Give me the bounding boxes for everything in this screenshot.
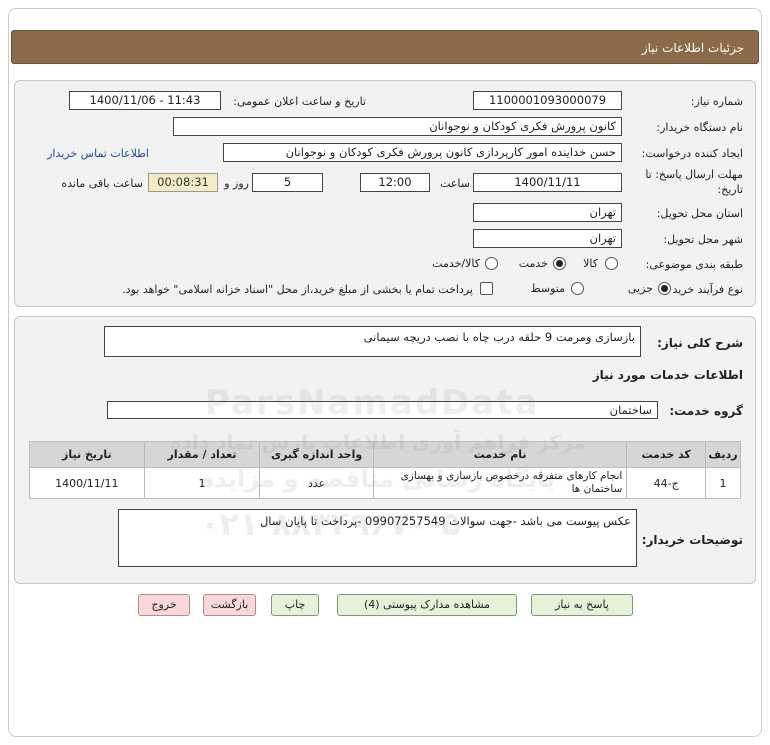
- category-radio-goods[interactable]: [605, 257, 618, 270]
- services-heading: اطلاعات خدمات مورد نیاز: [592, 368, 743, 382]
- col-need-date: تاریخ نیاز: [29, 441, 145, 468]
- cell-row-number: 1: [705, 467, 741, 499]
- province-field: تهران: [473, 203, 622, 222]
- need-number-label: شماره نیاز:: [690, 95, 743, 108]
- print-button[interactable]: چاپ: [271, 594, 319, 616]
- category-goods-service-label: کالا/خدمت: [432, 257, 480, 270]
- deadline-label-line1: مهلت ارسال پاسخ: تا: [645, 168, 743, 181]
- process-radio-medium[interactable]: [571, 282, 584, 295]
- cell-service-code: ج-44: [626, 467, 707, 499]
- exit-button[interactable]: خروج: [138, 594, 190, 616]
- summary-field: بازسازی ومرمت 9 حلقه درب چاه با نصب دریچ…: [104, 326, 641, 357]
- category-radio-goods-service[interactable]: [485, 257, 498, 270]
- watermark-line-4: ۰۲۱-۸۸۳۴۹۶۷۰-۵: [200, 505, 461, 543]
- buyer-notes-label: توضیحات خریدار:: [641, 533, 743, 547]
- announce-label: تاریخ و ساعت اعلان عمومی:: [233, 95, 366, 108]
- process-label: نوع فرآیند خرید :: [665, 283, 743, 296]
- process-radio-minor[interactable]: [658, 282, 671, 295]
- treasury-payment-checkbox[interactable]: [480, 282, 493, 295]
- back-button[interactable]: بازگشت: [203, 594, 256, 616]
- buyer-org-field: کانون پرورش فکری کودکان و نوجوانان: [173, 117, 622, 136]
- category-label: طبقه بندی موضوعی:: [645, 258, 743, 271]
- requester-field: حسن خداینده امور کارپردازی کانون پرورش ف…: [223, 143, 622, 162]
- watermark-line-3: پایگاه رسانی مناقصه و مزایده: [200, 465, 555, 493]
- deadline-date-field: 1400/11/11: [473, 173, 622, 192]
- time-label: ساعت: [440, 177, 470, 190]
- deadline-label: مهلت ارسال پاسخ: تا تاریخ:: [645, 167, 743, 197]
- watermark-line-1: ParsNamadData: [205, 383, 540, 423]
- reply-button[interactable]: پاسخ به نیاز: [531, 594, 633, 616]
- col-row-number: ردیف: [705, 441, 741, 468]
- category-service-label: خدمت: [518, 257, 548, 270]
- summary-label: شرح کلی نیاز:: [657, 336, 743, 350]
- watermark-line-2: مرکز فراهم آوری اطلاعات پارس نماد داده: [170, 430, 586, 454]
- view-documents-button[interactable]: مشاهده مدارک پیوستی (4): [337, 594, 517, 616]
- remaining-time-field: 00:08:31: [148, 173, 218, 192]
- province-label: استان محل تحویل:: [656, 207, 743, 220]
- need-number-field: 1100001093000079: [473, 91, 622, 110]
- buyer-org-label: نام دستگاه خریدار:: [656, 121, 743, 134]
- category-goods-label: کالا: [583, 257, 598, 270]
- category-radio-service[interactable]: [553, 257, 566, 270]
- treasury-payment-note: پرداخت تمام یا بخشی از مبلغ خرید،از محل …: [122, 283, 473, 296]
- days-field: 5: [252, 173, 323, 192]
- days-label: روز و: [224, 177, 249, 190]
- page-title: جزئیات اطلاعات نیاز: [11, 30, 759, 64]
- requester-label: ایجاد کننده درخواست:: [641, 147, 743, 160]
- remaining-label: ساعت باقی مانده: [61, 177, 143, 190]
- city-label: شهر محل تحویل:: [663, 233, 743, 246]
- announce-field: 1400/11/06 - 11:43: [69, 91, 221, 110]
- cell-need-date: 1400/11/11: [29, 467, 145, 499]
- col-service-code: کد خدمت: [626, 441, 707, 468]
- contact-info-link[interactable]: اطلاعات تماس خریدار: [47, 147, 149, 160]
- service-group-label: گروه خدمت:: [669, 404, 743, 418]
- process-medium-label: متوسط: [530, 282, 565, 295]
- deadline-time-field: 12:00: [360, 173, 430, 192]
- process-minor-label: جزیی: [627, 282, 653, 295]
- deadline-label-line2: تاریخ:: [717, 183, 743, 196]
- city-field: تهران: [473, 229, 622, 248]
